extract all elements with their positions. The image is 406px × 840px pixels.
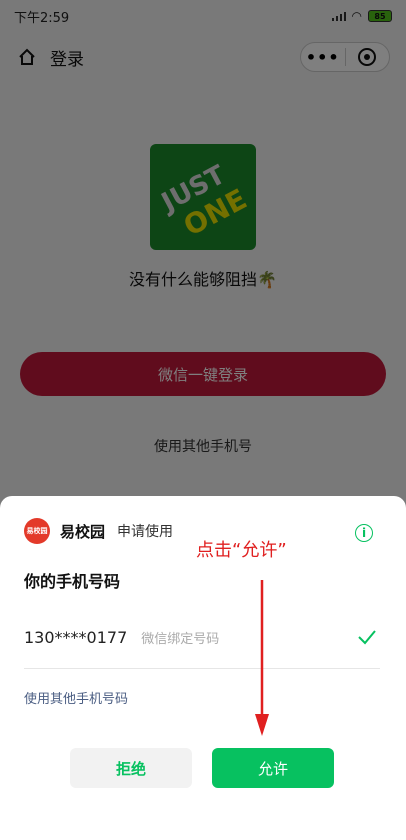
check-icon bbox=[358, 630, 376, 645]
reject-button[interactable]: 拒绝 bbox=[70, 748, 192, 788]
phone-number: 130****0177 bbox=[24, 628, 128, 647]
app-name: 易校园 bbox=[60, 522, 106, 541]
phone-option[interactable]: 130****0177 微信绑定号码 bbox=[24, 628, 219, 647]
divider bbox=[24, 668, 380, 669]
screen: 下午2:59 ◠ 85 登录 ••• JUST ONE 没有什么能够阻挡🌴 微信… bbox=[0, 0, 406, 840]
allow-button[interactable]: 允许 bbox=[212, 748, 334, 788]
annotation-text: 点击“允许” bbox=[196, 540, 287, 561]
request-text: 申请使用 bbox=[117, 524, 174, 540]
sheet-header: 易校园 易校园 申请使用 bbox=[24, 518, 173, 544]
use-other-phone-number-link[interactable]: 使用其他手机号码 bbox=[24, 688, 128, 707]
info-icon[interactable]: i bbox=[355, 524, 373, 542]
annotation-arrow-icon bbox=[255, 580, 269, 736]
phone-description: 微信绑定号码 bbox=[141, 632, 220, 647]
sheet-title: 你的手机号码 bbox=[24, 572, 121, 591]
app-icon: 易校园 bbox=[24, 518, 50, 544]
